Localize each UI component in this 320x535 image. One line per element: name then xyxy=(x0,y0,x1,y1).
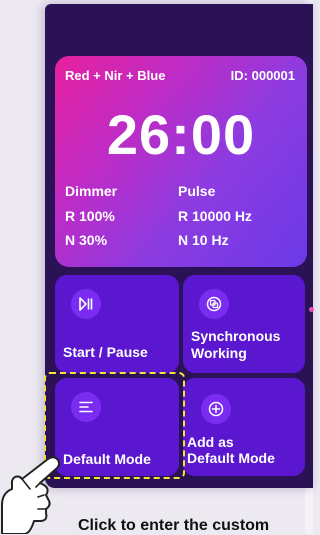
sync-copy-icon xyxy=(199,289,229,319)
timer-card: Red + Nir + Blue ID: 000001 26:00 Dimmer… xyxy=(55,56,307,267)
device-id: ID: 000001 xyxy=(230,68,295,83)
add-as-default-mode-button[interactable]: Add as Default Mode xyxy=(183,378,305,476)
pulse-red-value: R 10000 Hz xyxy=(178,208,252,224)
play-pause-icon xyxy=(71,289,101,319)
start-pause-button[interactable]: Start / Pause xyxy=(55,275,179,373)
pulse-header: Pulse xyxy=(178,183,216,199)
mode-label: Red + Nir + Blue xyxy=(65,68,166,83)
countdown-time: 26:00 xyxy=(106,103,256,166)
start-pause-label: Start / Pause xyxy=(63,344,148,360)
instruction-caption: Click to enter the custom xyxy=(78,517,270,534)
dimmer-red-value: R 100% xyxy=(65,208,115,224)
add-default-label-line2: Default Mode xyxy=(187,450,275,466)
pulse-nir-value: N 10 Hz xyxy=(178,232,229,248)
edge-dot xyxy=(309,307,314,312)
synchronous-working-button[interactable]: Synchronous Working xyxy=(183,275,305,373)
pointing-hand-icon xyxy=(1,456,61,534)
dimmer-header: Dimmer xyxy=(65,183,118,199)
synchronous-label-line1: Synchronous xyxy=(191,328,281,344)
add-default-label-line1: Add as xyxy=(187,434,234,450)
dimmer-nir-value: N 30% xyxy=(65,232,108,248)
synchronous-label-line2: Working xyxy=(191,345,247,361)
plus-circle-icon xyxy=(201,394,231,424)
